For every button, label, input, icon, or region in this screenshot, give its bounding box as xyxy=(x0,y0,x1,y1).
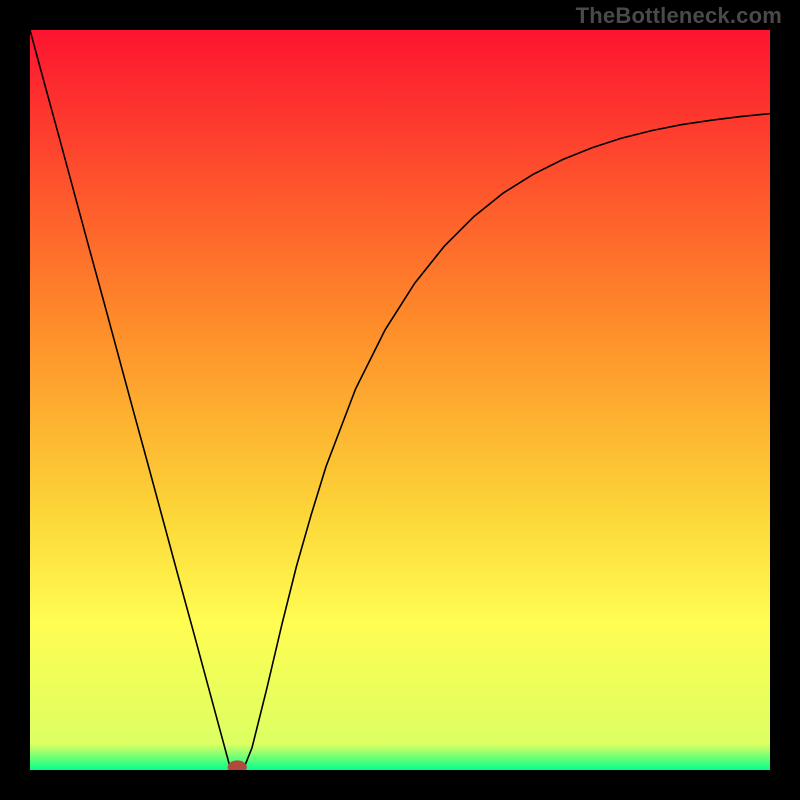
gradient-background xyxy=(30,30,770,770)
chart-svg xyxy=(30,30,770,770)
chart-frame: TheBottleneck.com xyxy=(0,0,800,800)
plot-area xyxy=(30,30,770,770)
watermark-text: TheBottleneck.com xyxy=(576,3,782,29)
